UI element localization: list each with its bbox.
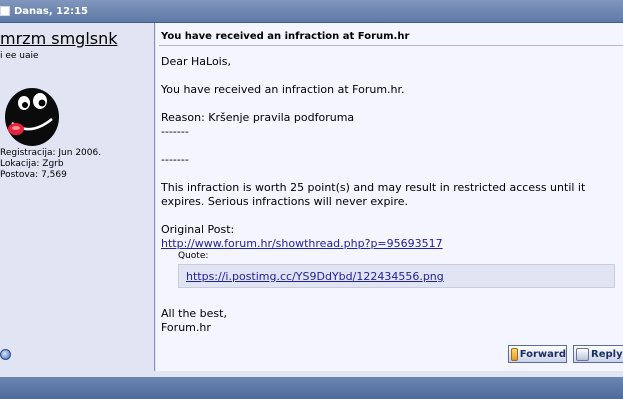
reply-icon (576, 347, 589, 361)
original-post-label: Original Post: (161, 223, 235, 236)
sender-panel: mrzm smglsnk i ee uaie Registracija: Jun… (0, 23, 155, 371)
reply-button[interactable]: Reply (573, 345, 623, 363)
forward-button-label: Forward (519, 348, 566, 360)
avatar (5, 88, 59, 146)
forward-icon (511, 347, 518, 361)
sender-post-count: Postova: 7,569 (0, 170, 67, 180)
points-text: This infraction is worth 25 point(s) and… (161, 181, 586, 208)
original-post-link[interactable]: http://www.forum.hr/showthread.php?p=956… (161, 237, 443, 250)
forward-button[interactable]: Forward (508, 345, 567, 363)
online-status-icon (0, 349, 11, 360)
sender-user-title: i ee uaie (0, 51, 39, 61)
greeting: Dear HaLois, (161, 55, 231, 68)
title-divider (159, 45, 623, 46)
separator-line: ------- (161, 125, 189, 138)
sign-off-line: All the best, (161, 307, 227, 320)
message-panel: You have received an infraction at Forum… (156, 23, 623, 371)
message-title: You have received an infraction at Forum… (161, 31, 410, 42)
reason-line: Reason: Kršenje pravila podforuma (161, 111, 355, 124)
post-icon (0, 6, 10, 16)
footer-bar (0, 377, 623, 399)
message-body: Dear HaLois, You have received an infrac… (161, 55, 621, 251)
quote-box: https://i.postimg.cc/YS9DdYbd/122434556.… (178, 264, 615, 288)
sender-location: Lokacija: Zgrb (0, 159, 64, 169)
sender-username-link[interactable]: mrzm smglsnk (0, 29, 118, 48)
infraction-line: You have received an infraction at Forum… (161, 83, 405, 96)
quote-label: Quote: (178, 251, 209, 261)
post-date: Danas, 12:15 (14, 5, 88, 17)
quote-link[interactable]: https://i.postimg.cc/YS9DdYbd/122434556.… (186, 270, 444, 283)
sender-registration: Registracija: Jun 2006. (0, 148, 102, 158)
sign-off: All the best, Forum.hr (161, 307, 227, 335)
sign-off-signature: Forum.hr (161, 321, 211, 334)
reply-button-label: Reply (591, 348, 623, 360)
post-header-bar: Danas, 12:15 (0, 0, 623, 23)
separator-line: ------- (161, 153, 189, 166)
